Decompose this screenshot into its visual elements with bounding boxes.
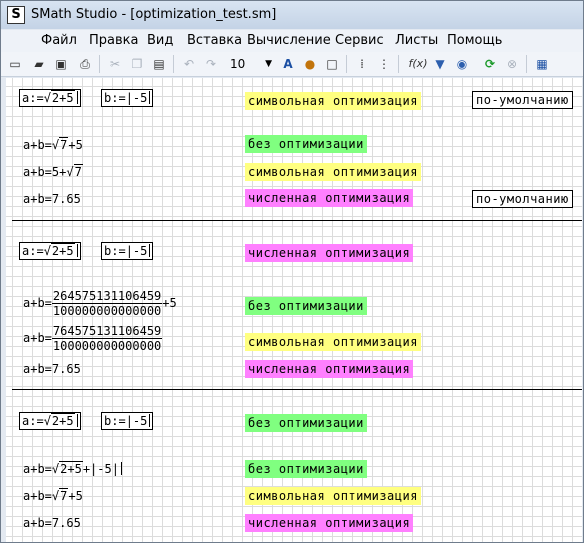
optimization-label: без оптимизации [245,135,367,153]
definition-a-box: a:=√2+5 [19,242,81,260]
menu-insert[interactable]: Вставка [187,33,242,48]
font-size-select[interactable]: 10 ▼ [230,55,274,73]
definition-b[interactable]: b:=|-5 [101,89,154,107]
save-icon[interactable]: ▣ [53,56,69,72]
recalculate-icon[interactable]: ⟳ [482,56,498,72]
optimization-label: численная оптимизация [245,514,414,532]
app-window: S SMath Studio - [optimization_test.sm] … [0,0,584,543]
toolbar: ▭ ▰ ▣ ⎙ ✂ ❐ ▤ ↶ ↷ 10 ▼ A ● □ ⁞ ⋮ f(x) ▼ … [1,52,583,77]
function-icon[interactable]: f(x) [406,56,430,72]
definition-b[interactable]: b:=|-5 [101,412,154,430]
cut-icon[interactable]: ✂ [107,56,123,72]
definition-a[interactable]: a:=√2+5 [19,242,81,260]
app-icon: S [7,6,25,24]
filter-icon[interactable]: ▼ [432,56,448,72]
optimization-label: символьная оптимизация [245,487,421,505]
title-bar: S SMath Studio - [optimization_test.sm] [1,1,583,29]
definition-a[interactable]: a:=√2+5 [19,412,81,430]
align-icon[interactable]: ⁞ [354,56,370,72]
font-size-value: 10 [230,57,246,71]
section-divider [12,220,582,221]
copy-icon[interactable]: ❐ [129,56,145,72]
menu-tools[interactable]: Сервис [335,33,384,48]
definition-b[interactable]: b:=|-5 [101,242,154,260]
optimization-mode-label: численная оптимизация [245,244,414,262]
menu-view[interactable]: Вид [147,33,173,48]
result-expression[interactable]: a+b=√2+5+|-5| [23,461,122,476]
toolbar-separator [346,55,347,73]
default-label: по-умолчанию [472,190,573,208]
menu-calculate[interactable]: Вычисление [247,33,331,48]
menu-file[interactable]: Файл [41,33,77,48]
new-file-icon[interactable]: ▭ [7,56,23,72]
definition-a[interactable]: a:=√2+5 [19,89,81,107]
open-folder-icon[interactable]: ▰ [31,56,47,72]
menu-sheets[interactable]: Листы [395,33,438,48]
result-expression[interactable]: a+b=7.65 [23,192,81,206]
color-palette-icon[interactable]: ● [302,56,318,72]
optimization-label: численная оптимизация [245,360,414,378]
optimization-label: символьная оптимизация [245,163,421,181]
worksheet[interactable]: a:=√2+5 b:=|-5 символьная оптимизация по… [6,78,582,542]
menu-help[interactable]: Помощь [447,33,502,48]
window-title: SMath Studio - [optimization_test.sm] [31,7,277,22]
text-style-icon[interactable]: A [280,56,296,72]
optimization-label: без оптимизации [245,297,367,315]
menu-edit[interactable]: Правка [89,33,138,48]
optimization-label: численная оптимизация [245,189,414,207]
definition-b-box: b:=|-5 [101,89,154,107]
sheet-settings-icon[interactable]: ▦ [534,56,550,72]
toolbar-separator [173,55,174,73]
optimization-label: символьная оптимизация [245,333,421,351]
stop-icon[interactable]: ⊗ [504,56,520,72]
result-expression[interactable]: a+b=7.65 [23,516,81,530]
undo-icon[interactable]: ↶ [181,56,197,72]
result-expression[interactable]: a+b=7.65 [23,362,81,376]
optimization-label: без оптимизации [245,460,367,478]
optimization-mode-label: без оптимизации [245,414,367,432]
paste-icon[interactable]: ▤ [151,56,167,72]
definition-a-box: a:=√2+5 [19,89,81,107]
redo-icon[interactable]: ↷ [203,56,219,72]
plugin-icon[interactable]: ◉ [454,56,470,72]
border-icon[interactable]: □ [324,56,340,72]
section-divider [12,389,582,390]
menu-bar: Файл Правка Вид Вставка Вычисление Серви… [1,30,583,52]
result-expression[interactable]: a+b=√7+5 [23,488,83,503]
result-expression[interactable]: a+b= 764575131106459 100000000000000 [23,324,163,353]
result-expression[interactable]: a+b=5+√7 [23,164,83,179]
distribute-icon[interactable]: ⋮ [376,56,392,72]
toolbar-separator [99,55,100,73]
optimization-mode-label: символьная оптимизация [245,92,421,110]
result-expression[interactable]: a+b=√7+5 [23,137,83,152]
fraction: 764575131106459 100000000000000 [51,324,163,353]
definition-b-box: b:=|-5 [101,242,154,260]
toolbar-separator [526,55,527,73]
definition-b-box: b:=|-5 [101,412,154,430]
fraction: 264575131106459 100000000000000 [51,289,163,318]
toolbar-separator [398,55,399,73]
result-expression[interactable]: a+b= 264575131106459 100000000000000 +5 [23,289,177,318]
default-label: по-умолчанию [472,91,573,109]
chevron-down-icon: ▼ [265,59,272,69]
print-icon[interactable]: ⎙ [77,56,93,72]
definition-a-box: a:=√2+5 [19,412,81,430]
